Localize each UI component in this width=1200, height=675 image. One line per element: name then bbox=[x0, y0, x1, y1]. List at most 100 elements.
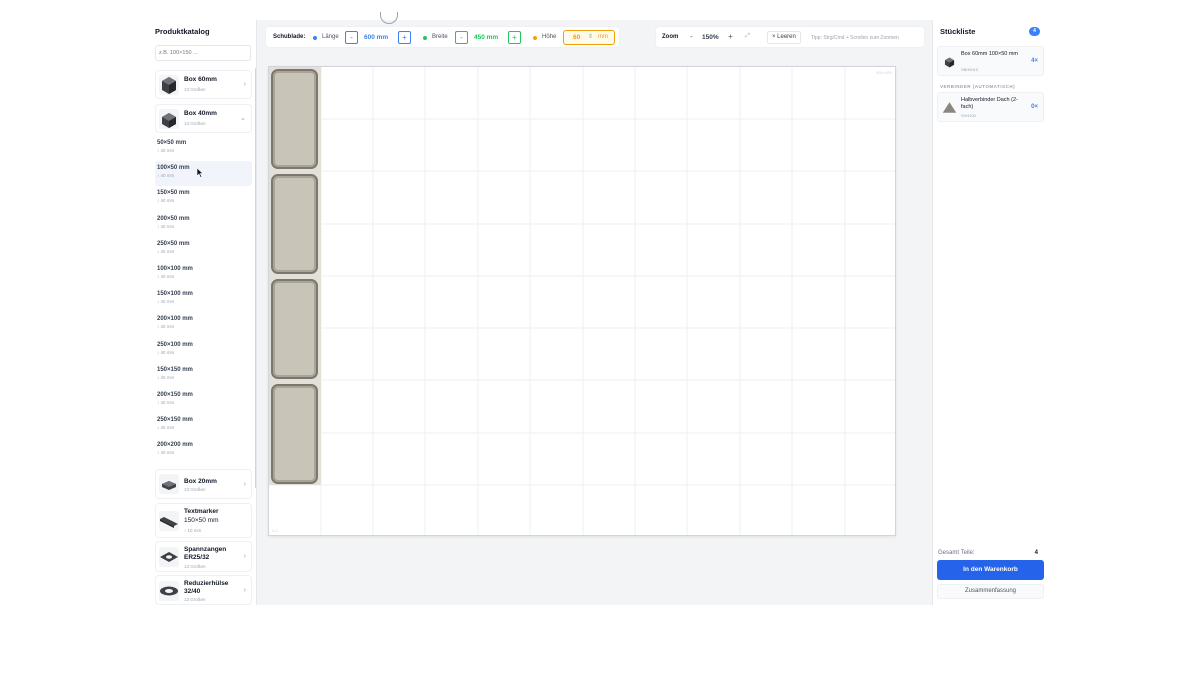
drawer-canvas[interactable]: 600×450 0,0 bbox=[268, 66, 896, 536]
chevron-right-icon: › bbox=[243, 81, 246, 88]
connector-item[interactable]: Halbverbinder Dach (2-fach) SVH100 0× bbox=[937, 92, 1044, 122]
size-height: ↕ 40 mm bbox=[157, 299, 175, 305]
length-color-dot bbox=[313, 36, 317, 40]
box-60mm-thumbnail bbox=[159, 75, 179, 95]
height-value: 60 bbox=[573, 34, 581, 41]
catalog-title: Produktkatalog bbox=[155, 27, 210, 36]
zoom-fit-icon[interactable]: ⤢ bbox=[741, 31, 754, 44]
clear-button[interactable]: × Leeren bbox=[767, 31, 801, 44]
size-height: ↕ 40 mm bbox=[157, 425, 175, 431]
category-spannzangen[interactable]: Spannzangen ER25/32 13 Größen › bbox=[155, 541, 252, 572]
connector-name: Halbverbinder Dach (2-fach) bbox=[961, 97, 1018, 110]
drawer-dimensions-bar: Schublade: Länge - 600 mm + Breite - 450… bbox=[265, 26, 620, 48]
zoom-out-button[interactable]: - bbox=[685, 31, 698, 44]
catalog-search-input[interactable] bbox=[155, 45, 251, 61]
category-box-40mm[interactable]: Box 40mm 13 Größen ⌄ bbox=[155, 104, 252, 133]
category-name-line2: 150×50 mm bbox=[184, 517, 219, 524]
height-label: Höhe bbox=[542, 34, 557, 40]
size-item[interactable]: 250×150 mm ↕ 40 mm bbox=[155, 413, 252, 438]
height-input[interactable]: 60 ⇕ mm bbox=[563, 30, 615, 45]
size-item[interactable]: 200×50 mm ↕ 40 mm bbox=[155, 212, 252, 237]
size-name: 150×150 mm bbox=[157, 366, 193, 373]
placed-box[interactable] bbox=[271, 69, 318, 169]
stepper-icon[interactable]: ⇕ bbox=[588, 33, 593, 40]
cube-icon bbox=[162, 113, 176, 128]
cube-icon bbox=[162, 77, 176, 94]
size-item[interactable]: 250×50 mm ↕ 40 mm bbox=[155, 237, 252, 262]
category-sub: ↕ 10 mm bbox=[184, 528, 202, 533]
length-increase-button[interactable]: + bbox=[398, 31, 411, 44]
height-color-dot bbox=[533, 36, 537, 40]
sleeve-icon bbox=[160, 586, 178, 596]
chevron-down-icon: ⌄ bbox=[240, 115, 246, 122]
bom-count-badge: 4 bbox=[1029, 27, 1040, 36]
total-parts-label: Gesamt Teile: bbox=[938, 550, 975, 556]
width-increase-button[interactable]: + bbox=[508, 31, 521, 44]
zoom-in-button[interactable]: + bbox=[724, 31, 737, 44]
size-height: ↕ 40 mm bbox=[157, 324, 175, 330]
size-item[interactable]: 100×50 mm ↕ 40 mm bbox=[155, 161, 252, 187]
bom-item-name: Box 60mm 100×50 mm bbox=[961, 51, 1019, 57]
size-name: 200×200 mm bbox=[157, 442, 193, 449]
zoom-tip: Tipp: Strg/Cmd + Scrollen zum Zoomen bbox=[811, 35, 899, 41]
placed-box[interactable] bbox=[271, 384, 318, 484]
size-item[interactable]: 200×150 mm ↕ 40 mm bbox=[155, 388, 252, 413]
add-to-cart-button[interactable]: In den Warenkorb bbox=[937, 560, 1044, 580]
length-decrease-button[interactable]: - bbox=[345, 31, 358, 44]
canvas-dimension-tag: 600×450 bbox=[876, 70, 892, 75]
size-height: ↕ 40 mm bbox=[157, 148, 175, 153]
width-color-dot bbox=[423, 36, 427, 40]
zoom-bar: Zoom - 150% + ⤢ × Leeren Tipp: Strg/Cmd … bbox=[655, 26, 925, 48]
bom-item[interactable]: Box 60mm 100×50 mm SBH6010 4× bbox=[937, 46, 1044, 76]
size-name: 150×50 mm bbox=[157, 190, 190, 197]
box-20mm-thumbnail bbox=[159, 474, 179, 494]
chevron-right-icon: › bbox=[243, 587, 246, 594]
width-decrease-button[interactable]: - bbox=[455, 31, 468, 44]
category-name: Box 60mm bbox=[184, 76, 217, 83]
size-item[interactable]: 150×150 mm ↕ 40 mm bbox=[155, 363, 252, 388]
mouse-cursor-icon bbox=[197, 168, 204, 179]
size-name: 200×150 mm bbox=[157, 391, 193, 398]
connector-qty: 0× bbox=[1031, 104, 1038, 110]
summary-button[interactable]: Zusammenfassung bbox=[937, 584, 1044, 599]
size-item[interactable]: 100×100 mm ↕ 40 mm bbox=[155, 262, 252, 287]
bom-title: Stückliste bbox=[940, 27, 976, 36]
size-item[interactable]: 250×100 mm ↕ 40 mm bbox=[155, 338, 252, 363]
category-sub: 13 Größen bbox=[184, 564, 206, 569]
size-name: 200×100 mm bbox=[157, 316, 193, 323]
category-name-line2: ER25/32 bbox=[184, 554, 210, 561]
placed-box[interactable] bbox=[271, 174, 318, 274]
size-name: 250×100 mm bbox=[157, 341, 193, 348]
size-name: 100×100 mm bbox=[157, 265, 193, 272]
category-textmarker[interactable]: Textmarker 150×50 mm ↕ 10 mm bbox=[155, 503, 252, 538]
category-name: Spannzangen bbox=[184, 546, 227, 553]
size-height: ↕ 40 mm bbox=[157, 273, 175, 279]
connectors-section-title: VERBINDER (AUTOMATISCH) bbox=[940, 84, 1016, 89]
size-item[interactable]: 200×200 mm ↕ 40 mm bbox=[155, 438, 252, 463]
category-name-line2: 32/40 bbox=[184, 588, 201, 595]
size-height: ↕ 40 mm bbox=[157, 198, 175, 204]
size-height: ↕ 40 mm bbox=[157, 349, 175, 355]
sidebar-scrollbar[interactable] bbox=[255, 68, 256, 488]
size-item[interactable]: 50×50 mm ↕ 40 mm bbox=[155, 136, 252, 161]
category-box-60mm[interactable]: Box 60mm 13 Größen › bbox=[155, 70, 252, 99]
window-handle bbox=[380, 12, 398, 24]
canvas-origin-label: 0,0 bbox=[272, 528, 278, 533]
category-name: Reduzierhülse bbox=[184, 580, 229, 587]
height-unit: mm bbox=[598, 34, 608, 40]
size-name: 150×100 mm bbox=[157, 291, 193, 298]
size-name: 250×50 mm bbox=[157, 240, 190, 247]
size-name: 250×150 mm bbox=[157, 417, 193, 424]
size-item[interactable]: 200×100 mm ↕ 40 mm bbox=[155, 312, 252, 337]
chevron-right-icon: › bbox=[243, 553, 246, 560]
size-item[interactable]: 150×100 mm ↕ 40 mm bbox=[155, 287, 252, 312]
category-reduzierhuelse[interactable]: Reduzierhülse 32/40 13 Größen › bbox=[155, 575, 252, 605]
placed-box[interactable] bbox=[271, 279, 318, 379]
connector-code: SVH100 bbox=[961, 113, 976, 118]
size-item[interactable]: 150×50 mm ↕ 40 mm bbox=[155, 186, 252, 211]
drawer-label: Schublade: bbox=[273, 34, 306, 40]
size-name: 50×50 mm bbox=[157, 140, 187, 146]
category-name: Box 40mm bbox=[184, 110, 217, 117]
chevron-right-icon: › bbox=[243, 481, 246, 488]
category-box-20mm[interactable]: Box 20mm 13 Größen › bbox=[155, 469, 252, 499]
